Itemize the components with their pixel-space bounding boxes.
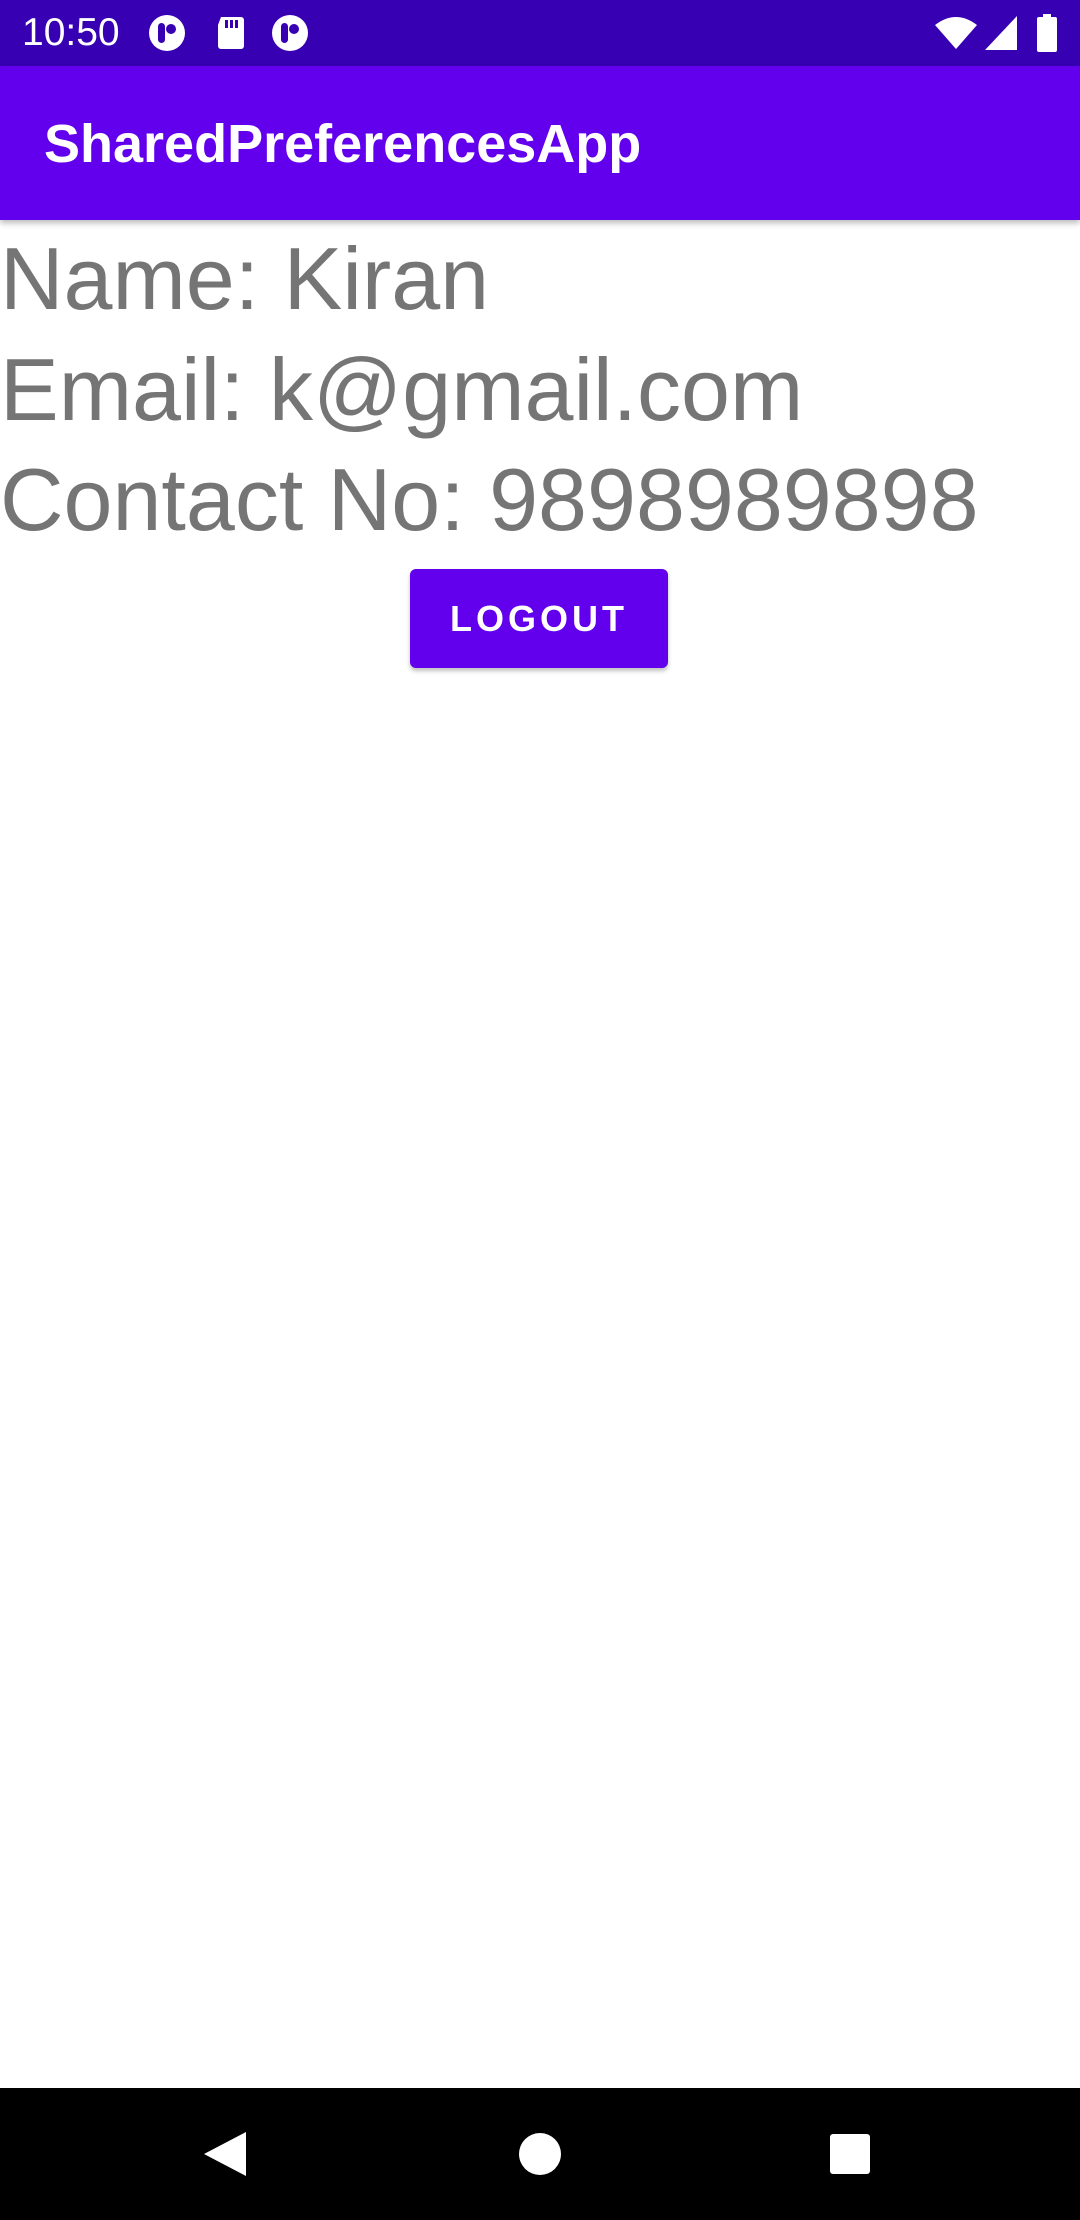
name-text: Name: Kiran xyxy=(0,229,490,328)
logout-button[interactable]: LOGOUT xyxy=(410,569,668,668)
contact-text: Contact No: 9898989898 xyxy=(0,450,979,549)
home-icon[interactable] xyxy=(512,2126,568,2182)
status-time: 10:50 xyxy=(22,11,120,54)
notification-app-icon xyxy=(271,14,309,52)
email-text: Email: k@gmail.com xyxy=(0,340,804,439)
app-title: SharedPreferencesApp xyxy=(44,114,642,174)
back-icon[interactable] xyxy=(196,2126,252,2182)
cell-signal-icon xyxy=(984,15,1018,51)
app-bar: SharedPreferencesApp xyxy=(0,66,1080,220)
status-bar: 10:50 xyxy=(0,0,1080,66)
sd-card-icon xyxy=(212,14,250,52)
navigation-bar xyxy=(0,2088,1080,2220)
recents-icon[interactable] xyxy=(822,2126,878,2182)
wifi-icon xyxy=(934,15,978,51)
notification-app-icon xyxy=(148,14,186,52)
battery-icon xyxy=(1036,14,1058,52)
